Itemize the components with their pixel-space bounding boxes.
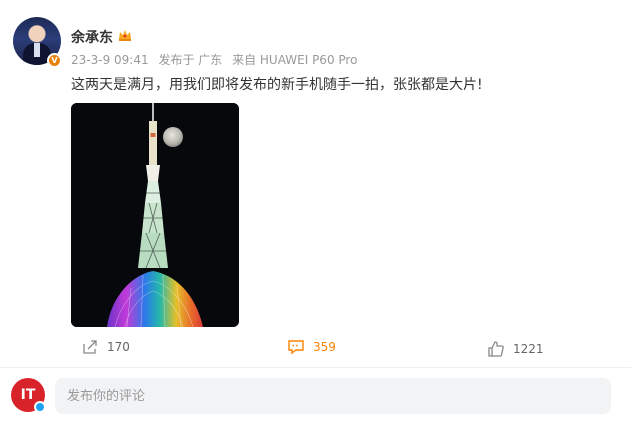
share-count: 170	[107, 340, 130, 354]
comment-button[interactable]: 359	[287, 338, 336, 356]
comment-icon	[288, 340, 304, 355]
post-photo[interactable]	[71, 103, 239, 327]
post-time[interactable]: 23-3-9 09:41	[71, 53, 149, 67]
action-bar: 170 359 1221	[0, 330, 631, 366]
post-meta: 23-3-9 09:41 发布于 广东 来自 HUAWEI P60 Pro	[71, 51, 363, 68]
like-count: 1221	[513, 342, 544, 356]
thumbs-up-icon	[488, 341, 504, 357]
author-name[interactable]: 余承东	[71, 27, 113, 47]
comment-input[interactable]	[55, 378, 611, 414]
avatar-shirt	[34, 43, 40, 57]
share-icon	[83, 340, 97, 354]
verified-badge-icon: V	[47, 53, 62, 68]
tower-moon-image	[71, 103, 239, 327]
post-text: 这两天是满月，用我们即将发布的新手机随手一拍，张张都是大片!	[71, 77, 483, 93]
comment-count: 359	[313, 340, 336, 354]
post-device: 来自 HUAWEI P60 Pro	[232, 53, 358, 67]
divider	[0, 367, 631, 368]
share-button[interactable]: 170	[81, 338, 130, 356]
verified-check-icon	[34, 401, 46, 413]
crown-icon	[119, 30, 131, 41]
post-location: 发布于 广东	[158, 53, 223, 67]
like-button[interactable]: 1221	[487, 340, 544, 358]
